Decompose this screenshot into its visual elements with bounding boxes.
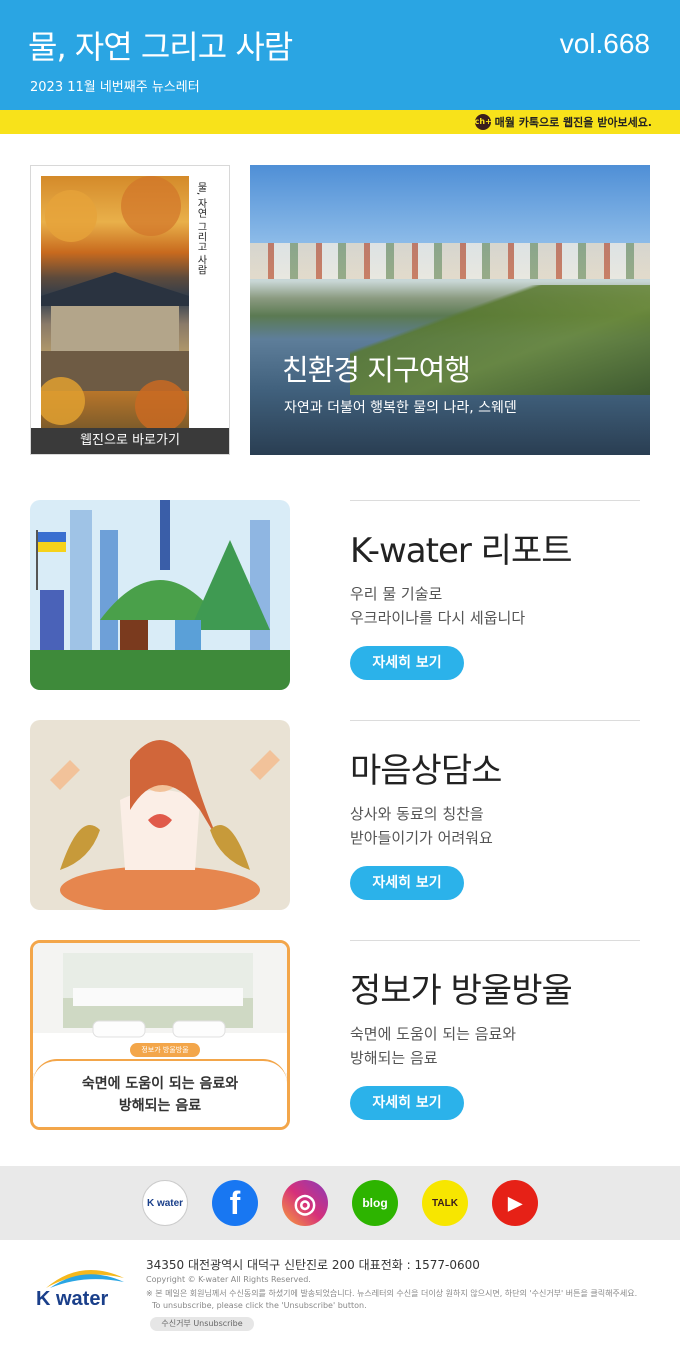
volume-number: vol.668 <box>559 28 650 59</box>
article-description: 상사와 동료의 칭찬을 받아들이기가 어려워요 <box>350 805 493 847</box>
footer: K water 34350 대전광역시 대덕구 신탄진로 200 대표전화 : … <box>0 1240 680 1345</box>
kakao-subscribe-link[interactable]: ch+ 매월 카톡으로 웹진을 받아보세요. <box>474 114 652 130</box>
article-counseling: 마음상담소 상사와 동료의 칭찬을 받아들이기가 어려워요 자세히 보기 <box>350 720 640 900</box>
webzine-link-button[interactable]: 웹진으로 바로가기 <box>31 428 229 454</box>
hero-town-skyline <box>250 243 650 279</box>
kwater-logo: K water <box>36 1262 126 1312</box>
article-title: 마음상담소 <box>350 751 502 791</box>
info-bubble-caption-line1: 숙면에 도움이 되는 음료와 <box>81 1076 239 1092</box>
kakao-channel-icon: ch+ <box>474 114 492 130</box>
newsletter-title: 물, 자연 그리고 사람 <box>28 28 293 66</box>
article-description: 우리 물 기술로 우크라이나를 다시 세웁니다 <box>350 585 526 627</box>
blog-icon[interactable]: blog <box>352 1180 398 1226</box>
article-info-bubble: 정보가 방울방울 숙면에 도움이 되는 음료와 방해되는 음료 자세히 보기 <box>350 940 640 1120</box>
cover-vertical-title: 물, 자연 그리고 사람 <box>195 182 206 275</box>
youtube-icon[interactable]: ▶ <box>492 1180 538 1226</box>
newsletter-issue-date: 2023 11월 네번째주 뉴스레터 <box>30 80 200 95</box>
read-more-button[interactable]: 자세히 보기 <box>350 646 464 680</box>
article-description: 숙면에 도움이 되는 음료와 방해되는 음료 <box>350 1025 517 1067</box>
unsubscribe-button[interactable]: 수신거부 Unsubscribe <box>150 1317 254 1331</box>
instagram-icon[interactable]: ◎ <box>282 1180 328 1226</box>
facebook-icon[interactable]: f <box>212 1180 258 1226</box>
kakao-bar: ch+ 매월 카톡으로 웹진을 받아보세요. <box>0 110 680 134</box>
article-kwater-report: K-water 리포트 우리 물 기술로 우크라이나를 다시 세웁니다 자세히 … <box>350 500 640 680</box>
header-banner: 물, 자연 그리고 사람 2023 11월 네번째주 뉴스레터 vol.668 <box>0 0 680 110</box>
social-links-bar: K water f ◎ blog TALK ▶ <box>0 1166 680 1240</box>
article-title: 정보가 방울방울 <box>350 971 573 1011</box>
kwater-home-icon[interactable]: K water <box>142 1180 188 1226</box>
hero-eco-travel[interactable]: 친환경 지구여행 자연과 더불어 행복한 물의 나라, 스웨덴 <box>250 165 650 455</box>
footer-notice-ko: ※ 본 메일은 회원님께서 수신동의를 하셨기에 발송되었습니다. 뉴스레터의 … <box>146 1289 638 1298</box>
article-kwater-report-image[interactable] <box>30 500 290 690</box>
kakao-subscribe-text: 매월 카톡으로 웹진을 받아보세요. <box>494 116 652 129</box>
info-bubble-caption-box: 숙면에 도움이 되는 음료와 방해되는 음료 <box>33 1059 287 1127</box>
footer-copyright: Copyright © K-water All Rights Reserved. <box>146 1275 311 1284</box>
footer-notice-en: To unsubscribe, please click the 'Unsubs… <box>152 1301 367 1310</box>
kakaotalk-icon[interactable]: TALK <box>422 1180 468 1226</box>
footer-address: 34350 대전광역시 대덕구 신탄진로 200 대표전화 : 1577-060… <box>146 1258 480 1272</box>
read-more-button[interactable]: 자세히 보기 <box>350 866 464 900</box>
webzine-cover: 물, 자연 그리고 사람 <box>37 176 223 432</box>
article-counseling-image[interactable] <box>30 720 290 910</box>
info-bubble-caption-line2: 방해되는 음료 <box>118 1098 202 1114</box>
article-title: K-water 리포트 <box>350 531 573 571</box>
hero-description: 자연과 더불어 행복한 물의 나라, 스웨덴 <box>284 400 517 416</box>
info-bubble-badge: 정보가 방울방울 <box>130 1043 200 1057</box>
read-more-button[interactable]: 자세히 보기 <box>350 1086 464 1120</box>
article-info-bubble-image[interactable]: 정보가 방울방울 숙면에 도움이 되는 음료와 방해되는 음료 <box>30 940 290 1130</box>
webzine-cover-card[interactable]: 물, 자연 그리고 사람 웹진으로 바로가기 <box>30 165 230 455</box>
cover-photo-autumn-hanok <box>37 176 189 432</box>
hero-title: 친환경 지구여행 <box>282 353 471 387</box>
kwater-logo-text: K water <box>36 1288 109 1310</box>
